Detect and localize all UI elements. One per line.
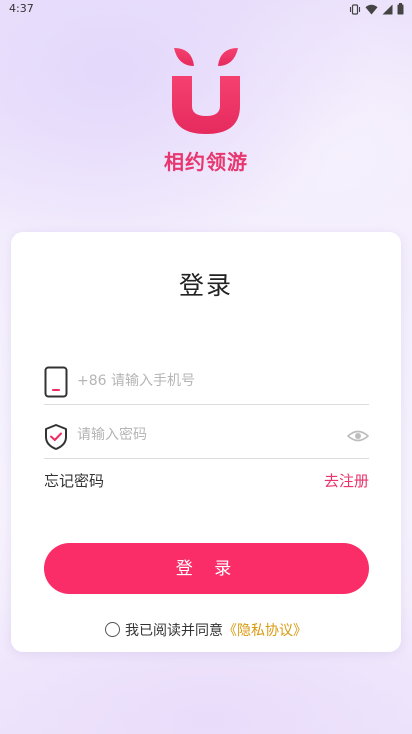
- register-link[interactable]: 去注册: [324, 470, 369, 491]
- phone-icon: [44, 366, 68, 398]
- agreement-text: 我已阅读并同意: [125, 623, 223, 639]
- app-logo-u-icon: [172, 48, 240, 134]
- shield-check-icon: [45, 424, 67, 450]
- vibrate-icon: [349, 3, 361, 15]
- agreement-row: 我已阅读并同意《隐私协议》: [0, 620, 412, 640]
- phone-input[interactable]: [77, 368, 337, 394]
- privacy-agreement-link[interactable]: 《隐私协议》: [223, 623, 307, 639]
- password-field: [44, 414, 369, 459]
- status-time: 4:37: [9, 2, 34, 15]
- phone-field: [44, 360, 369, 405]
- battery-icon: [397, 3, 404, 15]
- signal-icon: [382, 4, 393, 14]
- status-bar: 4:37: [0, 0, 412, 18]
- agreement-radio[interactable]: [105, 622, 120, 637]
- password-input[interactable]: [77, 422, 337, 448]
- login-button[interactable]: 登 录: [44, 543, 369, 594]
- forgot-password-link[interactable]: 忘记密码: [44, 470, 104, 491]
- app-name: 相约领游: [164, 150, 248, 174]
- status-icons: [349, 3, 404, 15]
- eye-icon[interactable]: [347, 428, 369, 444]
- login-title: 登录: [178, 271, 233, 300]
- wifi-icon: [365, 4, 378, 14]
